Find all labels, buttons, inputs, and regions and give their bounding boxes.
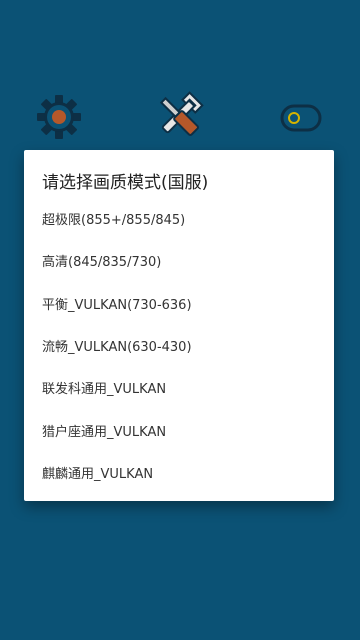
- quality-mode-dialog: 请选择画质模式(国服) 超极限(855+/855/845) 高清(845/835…: [24, 150, 334, 501]
- tools-icon[interactable]: [153, 90, 205, 142]
- option-ultra[interactable]: 超极限(855+/855/845): [42, 206, 322, 236]
- option-hd[interactable]: 高清(845/835/730): [42, 248, 322, 278]
- option-smooth-vulkan[interactable]: 流畅_VULKAN(630-430): [42, 333, 322, 363]
- option-kirin-vulkan[interactable]: 麒麟通用_VULKAN: [42, 460, 322, 490]
- toolbar: [0, 0, 360, 150]
- dialog-title: 请选择画质模式(国服): [42, 173, 209, 193]
- option-mediatek-vulkan[interactable]: 联发科通用_VULKAN: [42, 375, 322, 405]
- option-balanced-vulkan[interactable]: 平衡_VULKAN(730-636): [42, 291, 322, 321]
- option-exynos-vulkan[interactable]: 猎户座通用_VULKAN: [42, 418, 322, 448]
- toggle-switch-icon[interactable]: [280, 104, 322, 132]
- settings-gear-icon[interactable]: [36, 94, 82, 140]
